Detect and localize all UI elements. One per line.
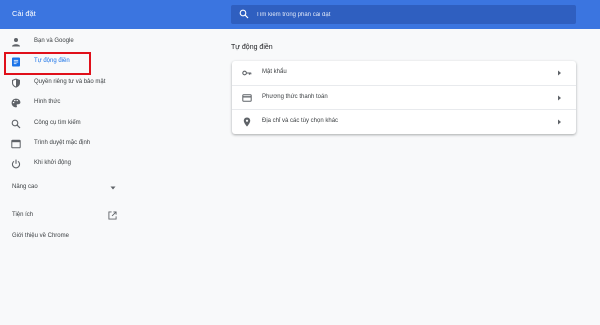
search-box[interactable]	[231, 5, 576, 24]
chevron-right-icon	[558, 119, 561, 125]
sidebar-item-label: Hình thức	[34, 99, 61, 105]
sidebar-item-label: Khi khởi động	[34, 160, 71, 166]
key-icon	[242, 70, 252, 76]
sidebar-item-search-engine[interactable]: Công cụ tìm kiếm	[0, 115, 127, 133]
chevron-right-icon	[558, 70, 561, 76]
highlight-box	[4, 52, 91, 75]
about-chrome-link[interactable]: Giới thiệu về Chrome	[12, 233, 69, 239]
shield-icon	[12, 78, 20, 88]
row-passwords[interactable]: Mật khẩu	[232, 61, 576, 85]
sidebar-item-default-browser[interactable]: Trình duyệt mặc định	[0, 135, 127, 153]
row-addresses[interactable]: Địa chỉ và các tùy chọn khác	[232, 109, 576, 133]
advanced-label: Nâng cao	[12, 184, 38, 190]
browser-icon	[11, 139, 21, 149]
person-icon	[12, 38, 20, 47]
chevron-right-icon	[558, 95, 561, 101]
credit-card-icon	[242, 94, 252, 102]
top-bar: Cài đặt	[0, 0, 600, 29]
sidebar-item-privacy-security[interactable]: Quyền riêng tư và bảo mật	[0, 74, 127, 92]
row-label: Địa chỉ và các tùy chọn khác	[262, 118, 339, 124]
sidebar-item-label: Bạn và Google	[34, 38, 74, 44]
sidebar-item-you-and-google[interactable]: Bạn và Google	[0, 33, 127, 51]
open-in-new-icon	[108, 211, 117, 220]
extensions-label: Tiện ích	[12, 212, 34, 218]
sidebar-item-label: Công cụ tìm kiếm	[34, 120, 81, 126]
row-label: Mật khẩu	[262, 69, 287, 75]
row-label: Phương thức thanh toán	[262, 94, 328, 100]
sidebar-item-label: Quyền riêng tư và bảo mật	[34, 79, 106, 85]
sidebar-item-on-startup[interactable]: Khi khởi động	[0, 155, 127, 173]
location-pin-icon	[243, 117, 251, 127]
search-input[interactable]	[256, 5, 566, 24]
palette-icon	[11, 98, 21, 108]
page-title: Cài đặt	[12, 9, 36, 18]
autofill-card: Mật khẩu Phương thức thanh toán Địa chỉ …	[232, 61, 576, 134]
search-icon	[239, 9, 249, 19]
power-icon	[11, 159, 21, 169]
search-icon	[11, 119, 21, 129]
sidebar-item-label: Trình duyệt mặc định	[34, 140, 91, 146]
section-title: Tự động điền	[231, 44, 273, 51]
chevron-down-icon	[110, 186, 116, 190]
sidebar-item-appearance[interactable]: Hình thức	[0, 94, 127, 112]
row-payment-methods[interactable]: Phương thức thanh toán	[232, 85, 576, 109]
